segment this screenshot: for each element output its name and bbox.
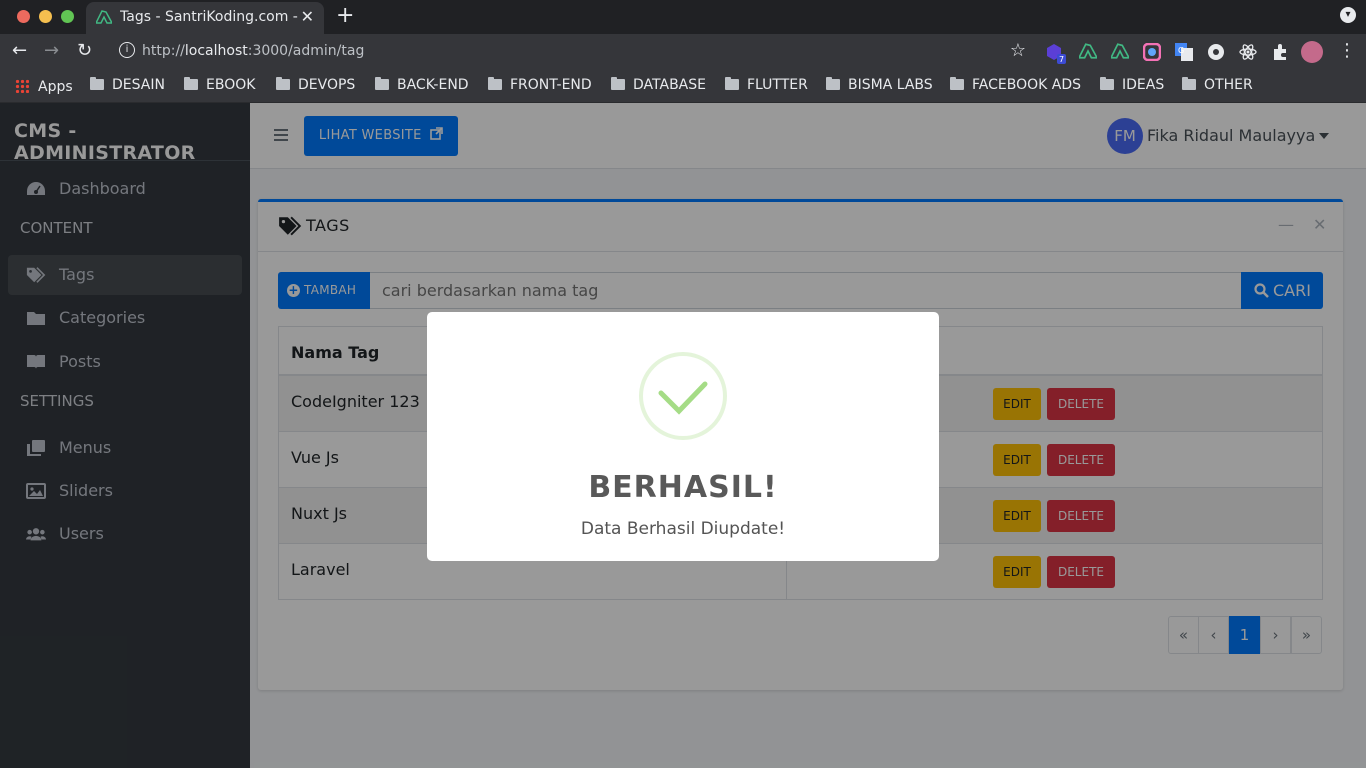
new-tab-button[interactable]: + bbox=[336, 3, 354, 28]
maximize-window-button[interactable] bbox=[61, 10, 74, 23]
folder-icon bbox=[375, 77, 389, 90]
bookmark-folder-front-end[interactable]: FRONT-END bbox=[488, 77, 592, 93]
forward-button[interactable]: → bbox=[44, 40, 59, 61]
bookmarks-bar: Apps DESAIN EBOOK DEVOPS BACK-END FRONT-… bbox=[0, 70, 1366, 103]
extension-circle-icon[interactable] bbox=[1207, 43, 1225, 61]
color-picker-icon[interactable] bbox=[1142, 42, 1162, 62]
extensions-puzzle-icon[interactable] bbox=[1271, 43, 1289, 61]
google-translate-icon[interactable]: G bbox=[1175, 43, 1193, 61]
folder-icon bbox=[90, 77, 104, 90]
bookmark-folder-back-end[interactable]: BACK-END bbox=[375, 77, 469, 93]
bookmark-folder-other[interactable]: OTHER bbox=[1182, 77, 1253, 93]
folder-icon bbox=[488, 77, 502, 90]
svg-text:7: 7 bbox=[1059, 55, 1064, 64]
modal-title: BERHASIL! bbox=[588, 470, 778, 505]
modal-message: Data Berhasil Diupdate! bbox=[580, 519, 786, 539]
minimize-window-button[interactable] bbox=[39, 10, 52, 23]
folder-icon bbox=[1182, 77, 1196, 90]
close-tab-icon[interactable]: ✕ bbox=[301, 7, 314, 26]
success-check-icon bbox=[639, 352, 727, 440]
nuxt-devtools-icon[interactable] bbox=[1077, 43, 1099, 61]
back-button[interactable]: ← bbox=[12, 40, 27, 61]
react-devtools-icon[interactable] bbox=[1239, 43, 1257, 61]
bookmark-folder-devops[interactable]: DEVOPS bbox=[276, 77, 355, 93]
folder-icon bbox=[1100, 77, 1114, 90]
folder-icon bbox=[826, 77, 840, 90]
bookmark-folder-ebook[interactable]: EBOOK bbox=[184, 77, 255, 93]
browser-menu-icon[interactable]: ⋮ bbox=[1338, 40, 1356, 61]
bookmark-folder-database[interactable]: DATABASE bbox=[611, 77, 706, 93]
bookmark-apps[interactable]: Apps bbox=[15, 77, 73, 95]
vue-devtools-icon[interactable] bbox=[1109, 43, 1131, 61]
folder-icon bbox=[276, 77, 290, 90]
folder-icon bbox=[184, 77, 198, 90]
bookmark-folder-desain[interactable]: DESAIN bbox=[90, 77, 165, 93]
folder-icon bbox=[611, 77, 625, 90]
folder-icon bbox=[950, 77, 964, 90]
browser-tab[interactable]: Tags - SantriKoding.com - ✕ bbox=[86, 2, 324, 34]
extension-hexagon-icon[interactable]: 7 bbox=[1046, 43, 1066, 64]
reload-button[interactable]: ↻ bbox=[77, 40, 92, 61]
browser-toolbar: ← → ↻ i http://localhost:3000/admin/tag … bbox=[0, 34, 1366, 70]
profile-avatar[interactable] bbox=[1301, 41, 1323, 63]
bookmark-folder-ideas[interactable]: IDEAS bbox=[1100, 77, 1164, 93]
url-text: http://localhost:3000/admin/tag bbox=[142, 43, 365, 59]
folder-icon bbox=[725, 77, 739, 90]
address-bar[interactable]: i http://localhost:3000/admin/tag ☆ bbox=[112, 37, 1032, 67]
bookmark-folder-facebook-ads[interactable]: FACEBOOK ADS bbox=[950, 77, 1081, 93]
tab-title: Tags - SantriKoding.com - bbox=[120, 9, 298, 25]
browser-tab-bar: Tags - SantriKoding.com - ✕ + ▾ bbox=[0, 0, 1366, 34]
success-modal: BERHASIL! Data Berhasil Diupdate! bbox=[427, 312, 939, 561]
info-icon[interactable]: i bbox=[119, 42, 135, 58]
svg-text:G: G bbox=[1178, 46, 1184, 55]
close-window-button[interactable] bbox=[17, 10, 30, 23]
nuxt-icon bbox=[96, 10, 112, 24]
apps-grid-icon bbox=[15, 79, 29, 93]
bookmark-star-icon[interactable]: ☆ bbox=[1010, 40, 1026, 61]
bookmark-folder-flutter[interactable]: FLUTTER bbox=[725, 77, 808, 93]
tab-search-icon[interactable]: ▾ bbox=[1340, 7, 1356, 23]
bookmark-folder-bisma-labs[interactable]: BISMA LABS bbox=[826, 77, 933, 93]
